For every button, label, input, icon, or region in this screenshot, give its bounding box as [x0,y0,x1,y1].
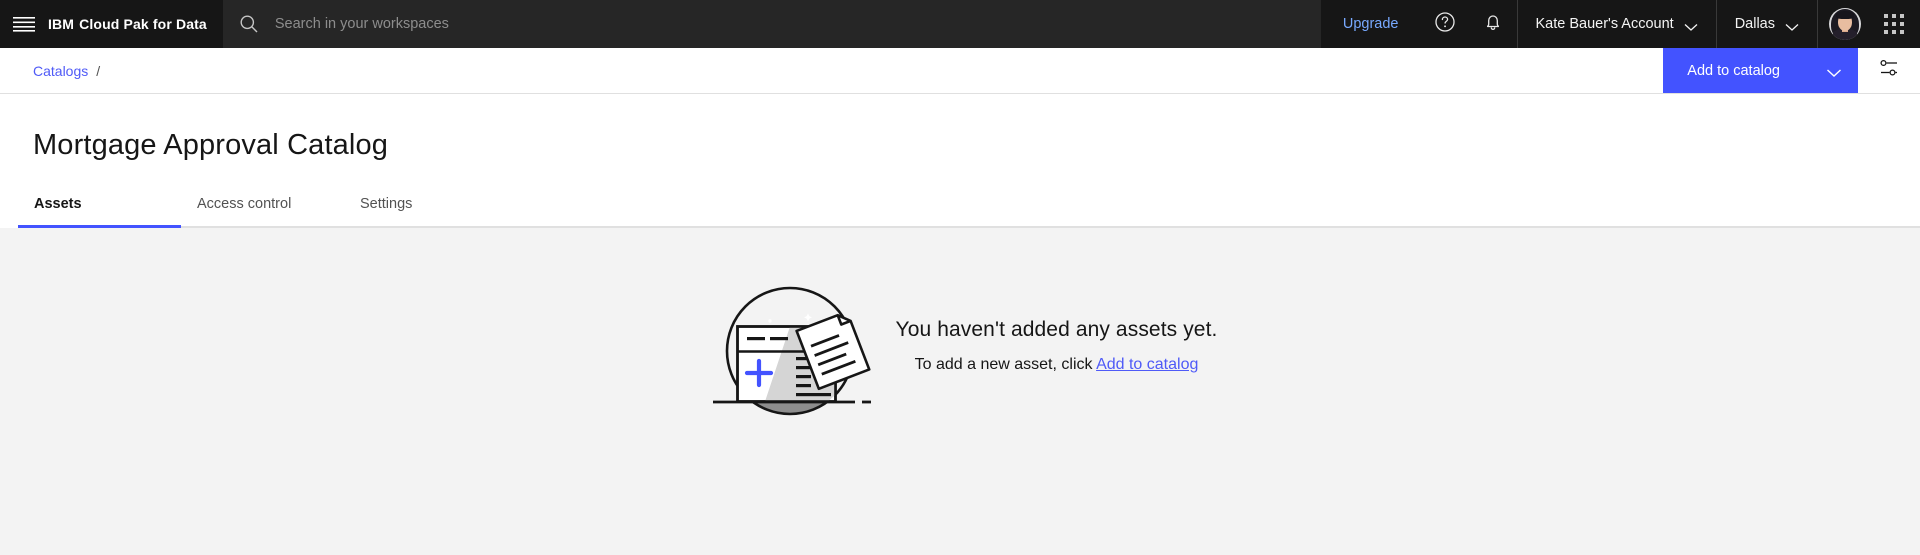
empty-state-text: You haven't added any assets yet. To add… [896,318,1218,388]
tab-settings-label: Settings [360,196,413,212]
empty-state-subtitle: To add a new asset, click Add to catalog [896,356,1218,374]
empty-assets-illustration [703,273,878,433]
account-selector[interactable]: Kate Bauer's Account [1518,0,1716,48]
chevron-down-icon [1684,20,1698,31]
manage-columns-button[interactable] [1858,48,1920,93]
bell-icon [1482,11,1504,38]
chevron-down-icon [1826,66,1842,77]
tab-underline-filler [507,196,1920,228]
brand-product: Cloud Pak for Data [79,16,207,32]
user-profile-button[interactable] [1818,0,1872,48]
tab-list: Assets Access control Settings [0,196,1920,228]
page-title: Mortgage Approval Catalog [33,129,389,161]
assets-content-area: You haven't added any assets yet. To add… [0,228,1920,555]
breadcrumb: Catalogs / [0,48,1663,93]
tab-assets-label: Assets [34,196,82,212]
add-to-catalog-label: Add to catalog [1687,62,1780,79]
help-question-icon [1434,11,1456,38]
empty-state-subtitle-prefix: To add a new asset, click [914,356,1097,373]
hamburger-menu-icon [13,16,35,32]
upgrade-link[interactable]: Upgrade [1321,0,1421,48]
account-label: Kate Bauer's Account [1535,16,1674,32]
empty-state-title: You haven't added any assets yet. [895,318,1218,341]
tab-settings[interactable]: Settings [344,196,507,228]
search-icon [239,14,259,34]
global-header: IBM Cloud Pak for Data Upgrade [0,0,1920,48]
region-label: Dallas [1734,16,1775,32]
brand-ibm: IBM [48,16,75,32]
add-to-catalog-button[interactable]: Add to catalog [1663,48,1858,93]
notifications-button[interactable] [1469,0,1517,48]
tab-assets[interactable]: Assets [18,196,181,228]
breadcrumb-separator: / [96,62,101,79]
help-button[interactable] [1421,0,1469,48]
app-switcher-button[interactable] [1872,0,1920,48]
hamburger-menu-button[interactable] [0,0,48,48]
tab-access-control-label: Access control [197,196,292,212]
global-search[interactable] [222,0,1321,48]
empty-state-add-to-catalog-link[interactable]: Add to catalog [1096,356,1198,373]
empty-state: You haven't added any assets yet. To add… [703,273,1218,433]
page-header: Mortgage Approval Catalog Assets Access … [0,94,1920,228]
breadcrumb-item-catalogs[interactable]: Catalogs [33,63,88,79]
brand-title[interactable]: IBM Cloud Pak for Data [48,0,223,48]
manage-columns-icon [1878,57,1900,84]
avatar [1829,8,1861,40]
header-right-actions: Upgrade Kate Bauer's Account Dallas [1320,0,1920,48]
search-input[interactable] [274,0,1321,48]
region-selector[interactable]: Dallas [1717,0,1817,48]
app-switcher-grid-icon [1884,14,1904,34]
tab-access-control[interactable]: Access control [181,196,344,228]
chevron-down-icon [1785,20,1799,31]
breadcrumb-action-bar: Catalogs / Add to catalog [0,48,1920,94]
